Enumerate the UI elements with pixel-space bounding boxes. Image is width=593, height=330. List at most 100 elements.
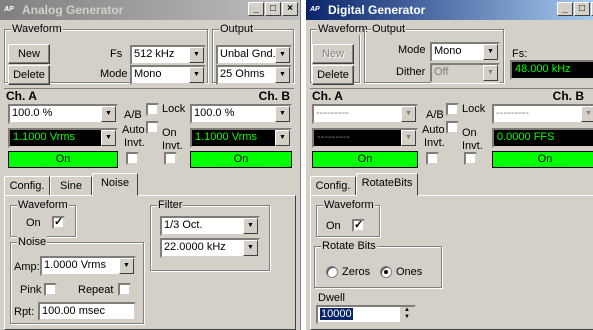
digital-title-bar[interactable]: AP Digital Generator _ □ × bbox=[306, 0, 593, 20]
chevron-down-icon[interactable]: ▼ bbox=[483, 65, 498, 81]
ab-label: A/B bbox=[124, 109, 142, 121]
digital-cha-level-select[interactable]: --------- ▼ bbox=[312, 104, 418, 124]
chb-invert-checkbox[interactable] bbox=[164, 152, 177, 165]
dither-select[interactable]: Off ▼ bbox=[430, 63, 500, 83]
dwell-label: Dwell bbox=[318, 292, 345, 304]
lock-label: Lock bbox=[462, 103, 486, 115]
pink-label: Pink bbox=[20, 284, 42, 296]
fs-select[interactable]: 512 kHz ▼ bbox=[130, 45, 206, 65]
filter-select[interactable]: 1/3 Oct. ▼ bbox=[160, 216, 260, 236]
auto-checkbox[interactable] bbox=[146, 121, 159, 134]
chevron-down-icon[interactable]: ▼ bbox=[275, 106, 290, 122]
auto-checkbox[interactable] bbox=[446, 121, 459, 134]
cha-level-select[interactable]: 100.0 % ▼ bbox=[8, 104, 118, 124]
group-label: Rotate Bits bbox=[321, 240, 377, 252]
digital-chb-on-button[interactable]: On bbox=[492, 151, 593, 168]
chevron-down-icon[interactable]: ▼ bbox=[101, 130, 116, 146]
fs-label: Fs bbox=[110, 48, 123, 60]
chevron-down-icon[interactable]: ▼ bbox=[189, 67, 204, 83]
close-button[interactable]: × bbox=[282, 2, 298, 16]
digital-mode-select[interactable]: Mono ▼ bbox=[430, 42, 500, 62]
tab-noise[interactable]: Noise bbox=[92, 173, 138, 196]
output-select[interactable]: Unbal Gnd. ▼ bbox=[216, 45, 292, 65]
digital-new-button[interactable]: New bbox=[312, 44, 354, 64]
channel-header: Ch. A Ch. B bbox=[4, 88, 294, 104]
digital-chb-level-value: --------- bbox=[496, 107, 529, 119]
digital-chb-level-select[interactable]: --------- ▼ bbox=[492, 104, 593, 124]
repeat-checkbox[interactable] bbox=[118, 283, 131, 296]
rpt-label: Rpt: bbox=[14, 306, 35, 318]
cha-label: Ch. A bbox=[6, 89, 37, 103]
chevron-down-icon[interactable]: ▼ bbox=[119, 258, 134, 274]
maximize-button[interactable]: □ bbox=[574, 2, 590, 16]
chevron-down-icon[interactable]: ▼ bbox=[401, 106, 416, 122]
chevron-down-icon[interactable]: ▼ bbox=[275, 67, 290, 83]
amp-label: Amp: bbox=[14, 261, 40, 273]
cha-amp-value: 1.1000 Vrms bbox=[13, 131, 75, 143]
waveform-on-checkbox[interactable]: ✓ bbox=[52, 216, 65, 229]
rpt-input[interactable]: 100.00 msec bbox=[38, 302, 136, 321]
chb-level-select[interactable]: 100.0 % ▼ bbox=[190, 104, 292, 124]
impedance-select[interactable]: 25 Ohms ▼ bbox=[216, 65, 292, 85]
group-label: Waveform bbox=[17, 199, 69, 211]
digital-chb-amplitude-display[interactable]: 0.0000 FFS bbox=[492, 128, 593, 148]
tab-config[interactable]: Config. bbox=[310, 176, 356, 196]
app-icon: AP bbox=[4, 6, 14, 13]
chevron-down-icon[interactable]: ▼ bbox=[189, 47, 204, 63]
tab-rotatebits[interactable]: RotateBits bbox=[356, 173, 418, 196]
dwell-spinner[interactable]: ▲ ▼ bbox=[400, 307, 414, 322]
cha-invert-checkbox[interactable] bbox=[126, 152, 139, 165]
tab-sine[interactable]: Sine bbox=[50, 176, 92, 196]
chevron-down-icon[interactable]: ▼ bbox=[243, 218, 258, 234]
minimize-button[interactable]: _ bbox=[248, 2, 264, 16]
dwell-input[interactable]: 10000 ▲ ▼ bbox=[316, 305, 416, 324]
amp-select[interactable]: 1.0000 Vrms ▼ bbox=[40, 256, 136, 276]
waveform-on-checkbox[interactable]: ✓ bbox=[352, 219, 365, 232]
pink-checkbox[interactable] bbox=[44, 283, 57, 296]
tab-config[interactable]: Config. bbox=[4, 176, 50, 196]
group-label: Output bbox=[219, 23, 255, 35]
channel-header: Ch. A Ch. B bbox=[310, 88, 593, 104]
digital-fs-display[interactable]: 48.000 kHz bbox=[510, 60, 593, 80]
cha-label: Ch. A bbox=[312, 89, 343, 103]
chevron-down-icon[interactable]: ▼ bbox=[401, 130, 416, 146]
minimize-button[interactable]: _ bbox=[557, 2, 573, 16]
chevron-down-icon[interactable]: ▼ bbox=[243, 240, 258, 256]
chevron-down-icon[interactable]: ▼ bbox=[275, 130, 290, 146]
mode-select[interactable]: Mono ▼ bbox=[130, 65, 206, 85]
digital-cha-amp-value: --------- bbox=[317, 131, 350, 143]
analog-new-button[interactable]: New bbox=[8, 44, 50, 64]
ones-label: Ones bbox=[396, 266, 423, 278]
chevron-down-icon[interactable]: ▼ bbox=[483, 44, 498, 60]
on-label: On bbox=[162, 127, 177, 139]
chevron-down-icon[interactable]: ▼ bbox=[581, 106, 593, 122]
chb-on-button[interactable]: On bbox=[190, 151, 292, 168]
chb-amplitude-display[interactable]: 1.1000 Vrms ▼ bbox=[190, 128, 292, 148]
filter-frequency-select[interactable]: 22.0000 kHz ▼ bbox=[160, 238, 260, 258]
chb-invert-checkbox[interactable] bbox=[464, 152, 477, 165]
zeros-radio[interactable] bbox=[326, 266, 338, 278]
chb-label: Ch. B bbox=[552, 89, 584, 103]
chb-level-value: 100.0 % bbox=[194, 107, 235, 119]
noise-waveform-group: Waveform bbox=[10, 199, 76, 237]
analog-title-bar[interactable]: AP Analog Generator _ □ × bbox=[0, 0, 300, 20]
impedance-value: 25 Ohms bbox=[220, 68, 265, 80]
window-divider bbox=[300, 0, 305, 330]
group-label: Filter bbox=[157, 199, 184, 211]
digital-cha-on-button[interactable]: On bbox=[312, 151, 418, 168]
ones-radio[interactable] bbox=[380, 266, 392, 278]
cha-amplitude-display[interactable]: 1.1000 Vrms ▼ bbox=[8, 128, 118, 148]
dither-value: Off bbox=[434, 66, 449, 78]
chevron-down-icon[interactable]: ▼ bbox=[101, 106, 116, 122]
ab-checkbox[interactable] bbox=[446, 103, 459, 116]
cha-on-button[interactable]: On bbox=[8, 151, 118, 168]
maximize-button[interactable]: □ bbox=[265, 2, 281, 16]
mode-label: Mode bbox=[398, 44, 426, 56]
digital-delete-button[interactable]: Delete bbox=[312, 65, 354, 85]
digital-cha-amplitude-display[interactable]: --------- ▼ bbox=[312, 128, 418, 148]
ab-checkbox[interactable] bbox=[146, 103, 159, 116]
analog-delete-button[interactable]: Delete bbox=[8, 65, 50, 85]
invt-label-a: Invt. bbox=[424, 137, 445, 149]
chevron-down-icon[interactable]: ▼ bbox=[275, 47, 290, 63]
cha-invert-checkbox[interactable] bbox=[426, 152, 439, 165]
